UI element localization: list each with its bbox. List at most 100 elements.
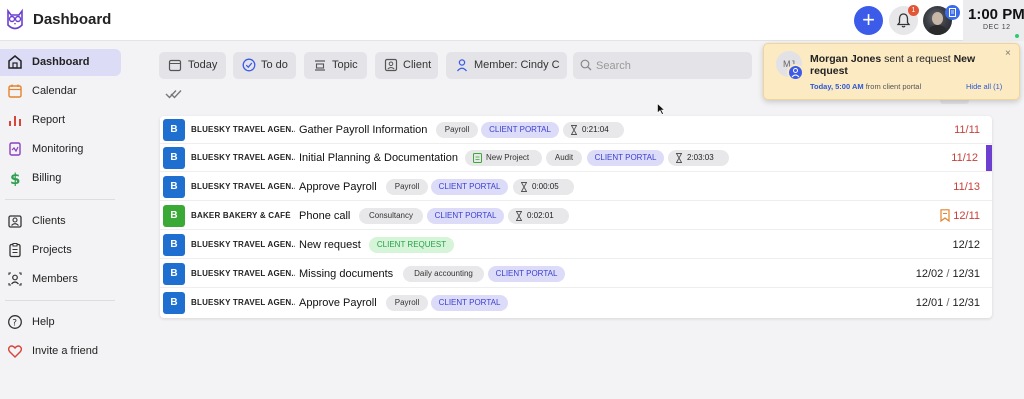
avatar-face [932,12,943,25]
done-all-icon[interactable] [165,88,183,100]
filter-label: Today [188,59,218,71]
sidebar-item-help[interactable]: ? Help [0,309,121,336]
calendar-icon [8,84,22,98]
timer-badge[interactable]: 0:21:04 [563,122,624,138]
start-date-value: 12/02 [915,268,944,280]
tag-client-portal: CLIENT PORTAL [481,122,559,138]
tag-payroll: Payroll [436,122,478,138]
task-title: Initial Planning & Documentation [299,152,458,164]
notification-message: Morgan Jones sent a request New request [810,53,1000,77]
person-icon [456,59,468,72]
timer-value: 2:03:03 [687,153,714,162]
due-date-range: 12/01 / 12/31 [916,297,980,309]
task-row[interactable]: B BAKER BAKERY & CAFÉ Phone call Consult… [160,202,992,230]
close-icon[interactable]: × [1005,48,1011,59]
members-icon [8,272,22,286]
apps-icon[interactable] [945,5,960,20]
topic-icon [315,60,325,71]
client-avatar: B [163,147,185,169]
sidebar-item-label: Help [32,316,55,328]
sidebar-item-billing[interactable]: $ Billing [0,165,121,192]
heart-icon [7,345,23,358]
due-date-value: 11/11 [954,124,980,136]
due-date-value: 11/13 [953,181,980,193]
client-avatar: B [163,119,185,141]
hourglass-icon [571,125,577,135]
check-circle-icon [242,58,256,72]
tag-client-portal: CLIENT PORTAL [431,295,508,311]
bar-chart-icon [9,116,21,126]
due-date: 11/11 [954,124,980,136]
client-name: BLUESKY TRAVEL AGEN... [191,153,295,162]
filter-topic[interactable]: Topic [304,52,367,79]
top-bar: Dashboard + 1 1:00 PM DEC 12 [0,0,1024,41]
start-date-value: 12/01 [915,297,944,309]
home-icon [8,55,22,69]
timer-badge[interactable]: 0:02:01 [508,208,569,224]
sidebar-item-projects[interactable]: Projects [0,237,121,264]
clock-time: 1:00 PM [968,6,1024,23]
filter-label: Member: Cindy C [474,59,560,71]
task-row[interactable]: B BLUESKY TRAVEL AGEN... Missing documen… [160,260,992,288]
sidebar-item-invite-friend[interactable]: Invite a friend [0,338,121,365]
sidebar-item-clients[interactable]: Clients [0,208,121,235]
task-row[interactable]: B BLUESKY TRAVEL AGEN... Approve Payroll… [160,173,992,201]
timer-badge[interactable]: 0:00:05 [513,179,574,195]
row-accent-bar [986,145,992,171]
tag-client-portal: CLIENT PORTAL [488,266,565,282]
hourglass-icon [521,182,527,192]
sidebar-item-calendar[interactable]: Calendar [0,78,121,105]
add-button[interactable]: + [854,6,883,35]
task-title: New request [299,239,361,251]
timer-badge[interactable]: 2:03:03 [668,150,729,166]
search-input[interactable] [573,52,752,79]
filter-client[interactable]: Client [375,52,438,79]
filter-label: Client [403,59,432,71]
tag-client-portal: CLIENT PORTAL [427,208,504,224]
sidebar-item-dashboard[interactable]: Dashboard [0,49,121,76]
client-avatar: B [163,263,185,285]
filter-todo[interactable]: To do [233,52,296,79]
due-date: 12/12 [952,239,980,251]
tag-audit: Audit [546,150,582,166]
task-row[interactable]: B BLUESKY TRAVEL AGEN... Approve Payroll… [160,289,992,317]
hourglass-icon [676,153,682,163]
due-date: 12/11 [953,210,980,222]
date-separator: / [946,297,950,309]
dollar-icon: $ [10,170,20,186]
sidebar-item-label: Report [32,114,66,126]
due-date-value: 12/12 [952,239,980,251]
hourglass-icon [516,211,522,221]
task-row[interactable]: B BLUESKY TRAVEL AGEN... New request CLI… [160,231,992,259]
client-name: BLUESKY TRAVEL AGEN... [191,125,295,134]
task-title: Phone call [299,210,351,222]
notification-time: Today, 5:00 AM [810,82,864,91]
sidebar-item-label: Members [32,273,78,285]
tag-label: New Project [486,153,530,162]
filter-label: To do [261,59,288,71]
client-avatar: B [163,205,185,227]
filter-label: Topic [332,59,358,71]
bookmark-flag-icon [940,209,950,222]
sidebar-item-report[interactable]: Report [0,107,121,134]
sidebar-item-label: Calendar [32,85,77,97]
filter-today[interactable]: Today [159,52,226,79]
sidebar-item-monitoring[interactable]: Monitoring [0,136,121,163]
task-row[interactable]: B BLUESKY TRAVEL AGEN... Initial Plannin… [160,144,992,172]
sidebar-item-label: Clients [32,215,66,227]
sidebar-item-label: Billing [32,172,62,184]
client-name: BLUESKY TRAVEL AGEN... [191,182,295,191]
tag-consultancy: Consultancy [359,208,423,224]
sidebar-item-members[interactable]: Members [0,266,121,293]
due-date-value: 12/11 [953,210,980,222]
calendar-icon [168,59,182,72]
hide-all-link[interactable]: Hide all (1) [966,82,1002,91]
notification-toast[interactable]: MJ Morgan Jones sent a request New reque… [763,43,1020,100]
task-row[interactable]: B BLUESKY TRAVEL AGEN... Gather Payroll … [160,116,992,144]
tag-payroll: Payroll [386,179,428,195]
date-separator: / [946,268,950,280]
tag-client-portal: CLIENT PORTAL [431,179,508,195]
filter-member[interactable]: Member: Cindy C [446,52,567,79]
client-avatar: B [163,292,185,314]
clock-date: DEC 12 [983,24,1011,31]
